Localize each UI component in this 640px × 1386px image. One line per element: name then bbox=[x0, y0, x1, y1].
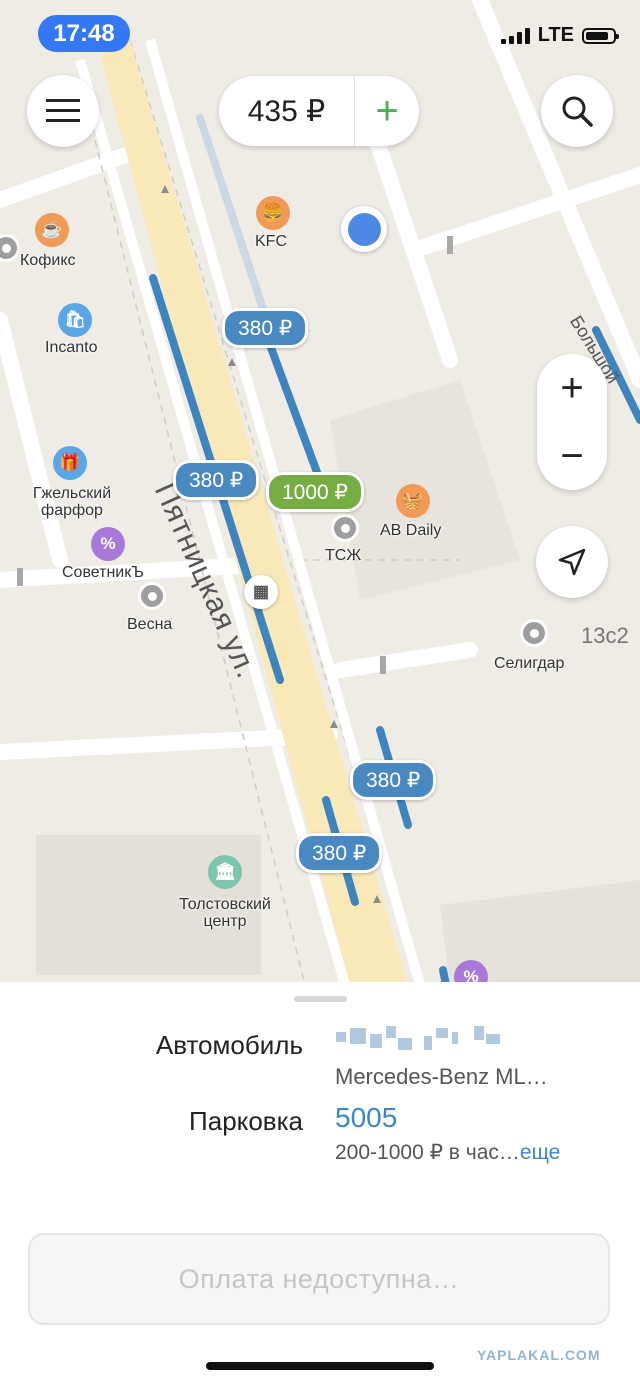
watermark: YAPLAKAL.COM bbox=[477, 1347, 601, 1363]
parking-zone-code[interactable]: 5005 bbox=[335, 1102, 397, 1134]
user-location-icon bbox=[341, 206, 387, 252]
menu-button[interactable] bbox=[27, 75, 99, 147]
search-icon bbox=[562, 96, 593, 127]
parking-rate: 200-1000 ₽ в час…еще bbox=[335, 1140, 560, 1165]
percent-icon[interactable]: % bbox=[91, 527, 125, 561]
poi-label-sovetnik: СоветникЪ bbox=[62, 564, 144, 581]
network-label: LTE bbox=[537, 24, 574, 46]
place-dot-icon[interactable] bbox=[331, 514, 359, 542]
poi-label-tszh: ТСЖ bbox=[325, 547, 362, 564]
zoom-out-button[interactable]: − bbox=[537, 422, 607, 490]
parking-price-marker[interactable]: 380 ₽ bbox=[173, 460, 260, 500]
parking-price-marker-selected[interactable]: 1000 ₽ bbox=[266, 472, 364, 512]
museum-icon[interactable]: 🏛 bbox=[208, 855, 242, 889]
shopping-bag-icon[interactable]: 🛍 bbox=[58, 303, 92, 337]
zoom-control: + − bbox=[537, 354, 607, 490]
poi-label-kofiks: Кофикс bbox=[20, 252, 76, 269]
status-indicators: LTE bbox=[500, 24, 619, 47]
place-dot-icon[interactable] bbox=[138, 582, 166, 610]
more-link[interactable]: еще bbox=[520, 1141, 560, 1164]
car-label: Автомобиль bbox=[155, 1030, 303, 1060]
poi-label-vesna: Весна bbox=[127, 616, 173, 633]
coffee-icon[interactable]: ☕ bbox=[35, 213, 69, 247]
poi-label-tolstoy: Толстовский центр bbox=[179, 896, 271, 930]
status-time: 17:48 bbox=[38, 15, 130, 52]
house-number: 13с2 bbox=[581, 623, 629, 648]
sheet-handle[interactable] bbox=[294, 996, 347, 1002]
add-funds-button[interactable]: + bbox=[355, 91, 419, 131]
pay-button[interactable]: Оплата недоступна… bbox=[28, 1233, 610, 1325]
search-button[interactable] bbox=[541, 75, 613, 147]
battery-icon bbox=[582, 27, 619, 44]
balance-amount: 435 ₽ bbox=[247, 94, 326, 128]
car-plate-blurred bbox=[336, 1026, 508, 1056]
zoom-in-button[interactable]: + bbox=[537, 354, 607, 422]
poi-label-av-daily: AB Daily bbox=[380, 522, 442, 539]
navigation-arrow-icon bbox=[558, 548, 586, 576]
poi-label-incanto: Incanto bbox=[45, 339, 98, 356]
map-view[interactable]: 🍔 KFC ☕ Кофикс 🛍 Incanto 🎁 Гжельский фар… bbox=[0, 0, 640, 985]
car-model: Mercedes-Benz ML… bbox=[335, 1064, 548, 1089]
burger-icon[interactable]: 🍔 bbox=[256, 196, 290, 230]
signal-icon bbox=[500, 27, 530, 44]
bottom-sheet: Автомобиль Mercedes-Benz ML… Парковка 50… bbox=[0, 982, 640, 1386]
home-indicator bbox=[206, 1362, 434, 1370]
parking-price-marker[interactable]: 380 ₽ bbox=[350, 760, 437, 800]
poi-label-gzhel: Гжельский фарфор bbox=[32, 485, 112, 519]
parking-label: Парковка bbox=[189, 1106, 303, 1136]
my-location-button[interactable] bbox=[536, 526, 608, 598]
parking-price-marker[interactable]: 380 ₽ bbox=[222, 308, 309, 348]
gift-icon[interactable]: 🎁 bbox=[53, 446, 87, 480]
poi-label-seligdar: Селигдар bbox=[494, 655, 565, 672]
poi-label-kfc: KFC bbox=[255, 233, 287, 250]
place-dot-icon[interactable] bbox=[520, 619, 548, 647]
balance-pill[interactable]: 435 ₽ + bbox=[219, 76, 419, 146]
parking-rate-text: 200-1000 ₽ в час… bbox=[335, 1141, 520, 1164]
building-icon[interactable]: ▦ bbox=[244, 575, 278, 609]
parking-price-marker[interactable]: 380 ₽ bbox=[296, 833, 383, 873]
hamburger-icon bbox=[46, 99, 80, 122]
basket-icon[interactable]: 🧺 bbox=[396, 484, 430, 518]
